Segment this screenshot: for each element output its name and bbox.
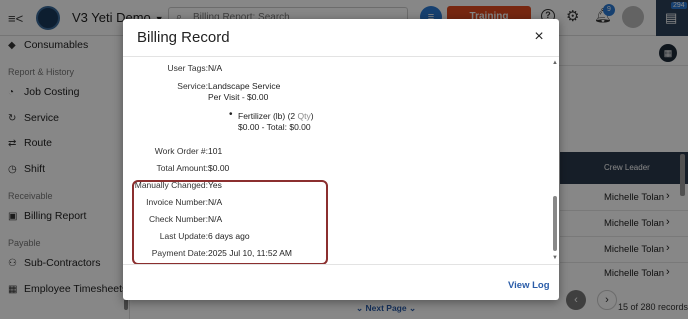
user-tags-label: User Tags:: [167, 63, 208, 73]
modal-scrollbar[interactable]: [553, 196, 557, 251]
work-order-value: 101: [208, 146, 223, 156]
modal-title: Billing Record: [137, 29, 230, 46]
bullet-icon: •: [229, 109, 233, 120]
modal-header: Billing Record ×: [123, 19, 559, 57]
close-icon[interactable]: ×: [531, 28, 547, 46]
modal-footer: View Log: [123, 264, 559, 300]
service-rate: Per Visit - $0.00: [208, 92, 269, 102]
billing-record-modal: Billing Record × User Tags: N/A Service:…: [123, 19, 559, 300]
total-amount-value: $0.00: [208, 163, 230, 173]
scroll-down-icon[interactable]: ▼: [552, 255, 558, 261]
view-log-link[interactable]: View Log: [508, 280, 550, 291]
item-close-paren: ): [310, 111, 314, 121]
service-label: Service:: [177, 81, 208, 91]
work-order-label: Work Order #:: [154, 146, 208, 156]
item-qty-unit: Qty: [295, 111, 311, 121]
total-amount-label: Total Amount:: [156, 163, 208, 173]
scroll-up-icon[interactable]: ▲: [552, 60, 558, 66]
user-tags-value: N/A: [208, 63, 223, 73]
highlight-annotation-box: [132, 180, 328, 265]
item-line: Fertilizer (lb) (2 Qty): [238, 111, 314, 121]
item-name: Fertilizer (lb) (: [238, 111, 291, 121]
service-value: Landscape Service: [208, 81, 281, 91]
item-price: $0.00 - Total: $0.00: [238, 122, 311, 132]
